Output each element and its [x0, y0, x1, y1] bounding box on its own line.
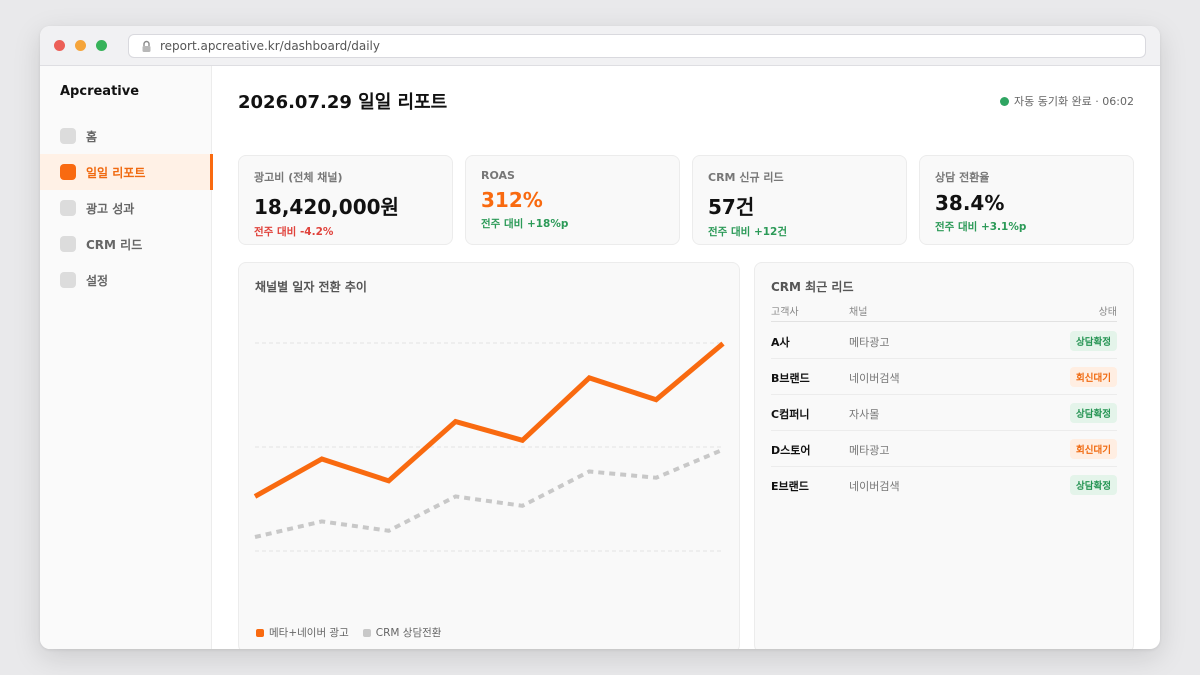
home-icon	[60, 128, 76, 144]
sidebar-item-label: 설정	[86, 273, 109, 288]
kpi-label: 광고비 (전체 채널)	[254, 171, 343, 184]
sidebar-nav: 홈 일일 리포트 광고 성과 CRM 리드 설정	[40, 118, 213, 298]
legend-label: 메타+네이버 광고	[269, 627, 349, 639]
line-chart	[253, 341, 725, 552]
channel-cell: 메타광고	[849, 336, 890, 349]
lock-icon	[141, 40, 154, 53]
kpi-value: 57건	[708, 195, 755, 219]
column-header-company: 고객사	[771, 307, 799, 318]
chart-legend: 메타+네이버 광고 CRM 상담전환	[256, 625, 455, 640]
status-dot-icon	[999, 96, 1009, 106]
status-badge: 상담확정	[1070, 475, 1117, 495]
browser-titlebar: report.apcreative.kr/dashboard/daily	[40, 26, 1160, 66]
sidebar-item-settings[interactable]: 설정	[40, 262, 212, 298]
series-line-1	[254, 447, 724, 539]
crm-recent-leads-card: CRM 최근 리드 고객사 채널 상태 A사 메타광고 상담확정 B브랜드 네이…	[754, 262, 1134, 649]
table-row[interactable]: A사 메타광고 상담확정	[771, 323, 1117, 359]
kpi-label: 상담 전환율	[935, 171, 990, 184]
column-header-status: 상태	[1098, 307, 1117, 318]
conversion-trend-chart-card: 채널별 일자 전환 추이 메타+네이버 광고 CRM 상담전환	[238, 262, 740, 649]
status-badge: 상담확정	[1070, 403, 1117, 423]
main-content: 2026.07.29 일일 리포트 자동 동기화 완료 · 06:02 광고비 …	[212, 66, 1160, 649]
sidebar-item-home[interactable]: 홈	[40, 118, 212, 154]
channel-cell: 네이버검색	[849, 372, 900, 385]
maximize-window-button[interactable]	[96, 40, 107, 51]
status-badge: 상담확정	[1070, 331, 1117, 351]
sidebar-item-crm-leads[interactable]: CRM 리드	[40, 226, 212, 262]
sync-status: 자동 동기화 완료 · 06:02	[999, 93, 1134, 109]
status-badge: 회신대기	[1070, 439, 1117, 459]
sync-status-text: 자동 동기화 완료 · 06:02	[1013, 95, 1134, 108]
sidebar: Apcreative 홈 일일 리포트 광고 성과 CRM 리드 설정	[40, 66, 213, 649]
table-row[interactable]: B브랜드 네이버검색 회신대기	[771, 359, 1117, 395]
kpi-delta: 전주 대비 +3.1%p	[935, 221, 1027, 233]
column-header-channel: 채널	[849, 307, 868, 318]
close-window-button[interactable]	[54, 40, 65, 51]
kpi-card-crm-leads: CRM 신규 리드 57건 전주 대비 +12건	[692, 155, 907, 245]
sidebar-item-daily-report[interactable]: 일일 리포트	[40, 154, 213, 190]
table-row[interactable]: C컴퍼니 자사몰 상담확정	[771, 395, 1117, 431]
legend-item-crm: CRM 상담전환	[362, 625, 442, 640]
kpi-value: 38.4%	[935, 191, 1005, 215]
kpi-label: ROAS	[481, 169, 515, 182]
report-icon	[60, 164, 76, 180]
brand-logo: Apcreative	[60, 84, 140, 99]
series-line-0	[253, 341, 725, 499]
crm-table-header: 고객사 채널 상태	[771, 303, 1117, 322]
kpi-delta: 전주 대비 -4.2%	[254, 226, 334, 238]
table-row[interactable]: E브랜드 네이버검색 상담확정	[771, 467, 1117, 503]
crm-table-body: A사 메타광고 상담확정 B브랜드 네이버검색 회신대기 C컴퍼니 자사몰 상담…	[771, 323, 1117, 503]
legend-swatch	[362, 628, 371, 637]
page-title: 2026.07.29 일일 리포트	[238, 92, 448, 113]
table-row[interactable]: D스토어 메타광고 회신대기	[771, 431, 1117, 467]
kpi-value: 312%	[481, 188, 543, 212]
sidebar-item-ad-performance[interactable]: 광고 성과	[40, 190, 212, 226]
settings-icon	[60, 272, 76, 288]
company-cell: C컴퍼니	[771, 408, 810, 421]
company-cell: E브랜드	[771, 480, 809, 493]
channel-cell: 자사몰	[849, 408, 880, 421]
sidebar-item-label: 광고 성과	[86, 201, 135, 216]
minimize-window-button[interactable]	[75, 40, 86, 51]
ad-performance-icon	[60, 200, 76, 216]
channel-cell: 네이버검색	[849, 480, 900, 493]
browser-window: report.apcreative.kr/dashboard/daily Apc…	[40, 26, 1160, 649]
kpi-delta: 전주 대비 +12건	[708, 226, 788, 238]
status-badge: 회신대기	[1070, 367, 1117, 387]
kpi-row: 광고비 (전체 채널) 18,420,000원 전주 대비 -4.2% ROAS…	[238, 155, 1134, 245]
address-bar[interactable]: report.apcreative.kr/dashboard/daily	[128, 34, 1146, 58]
kpi-value: 18,420,000원	[254, 195, 399, 219]
kpi-card-conversion-rate: 상담 전환율 38.4% 전주 대비 +3.1%p	[919, 155, 1134, 245]
legend-swatch	[256, 628, 264, 637]
crm-card-title: CRM 최근 리드	[771, 280, 854, 294]
company-cell: A사	[771, 336, 790, 349]
legend-item-ads: 메타+네이버 광고	[256, 625, 349, 640]
sidebar-item-label: 일일 리포트	[86, 165, 146, 180]
kpi-label: CRM 신규 리드	[708, 171, 784, 184]
legend-label: CRM 상담전환	[375, 627, 442, 639]
channel-cell: 메타광고	[849, 444, 890, 457]
sidebar-item-label: 홈	[86, 129, 98, 144]
kpi-delta: 전주 대비 +18%p	[481, 218, 569, 230]
kpi-card-ad-spend: 광고비 (전체 채널) 18,420,000원 전주 대비 -4.2%	[238, 155, 453, 245]
crm-icon	[60, 236, 76, 252]
url-text: report.apcreative.kr/dashboard/daily	[160, 39, 380, 53]
company-cell: B브랜드	[771, 372, 810, 385]
kpi-card-roas: ROAS 312% 전주 대비 +18%p	[465, 155, 680, 245]
sidebar-item-label: CRM 리드	[86, 237, 143, 252]
company-cell: D스토어	[771, 444, 811, 457]
